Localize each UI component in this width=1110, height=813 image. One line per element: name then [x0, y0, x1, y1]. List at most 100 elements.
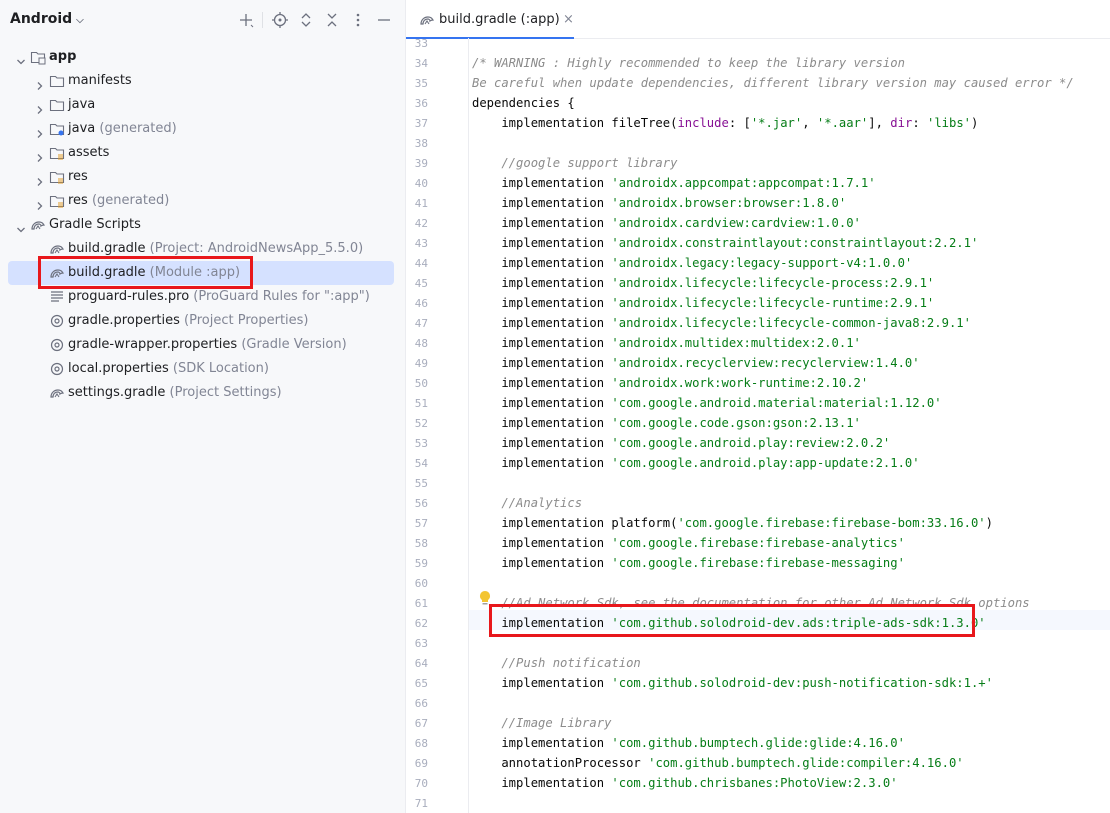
code-line[interactable]: implementation 'com.google.firebase:fire… — [472, 556, 905, 570]
tab-label: build.gradle (:app) — [439, 12, 560, 27]
code-line[interactable]: implementation 'androidx.cardview:cardvi… — [472, 216, 861, 230]
line-number: 70 — [414, 777, 428, 790]
chevron-right-icon[interactable] — [35, 100, 45, 114]
collapse-all-icon[interactable] — [321, 9, 343, 31]
chevron-right-icon[interactable] — [35, 172, 45, 186]
code-line[interactable]: implementation 'com.google.firebase:fire… — [472, 536, 905, 550]
code-token: implementation — [472, 536, 612, 550]
tree-item[interactable]: gradle.properties (Project Properties) — [8, 309, 394, 333]
code-line[interactable]: implementation 'com.google.android.mater… — [472, 396, 941, 410]
tree-item[interactable]: gradle-wrapper.properties (Gradle Versio… — [8, 333, 394, 357]
tree-item[interactable]: java — [8, 93, 394, 117]
code-line[interactable]: /* WARNING : Highly recommended to keep … — [472, 56, 905, 70]
line-number: 34 — [414, 57, 428, 70]
code-line[interactable]: implementation 'androidx.lifecycle:lifec… — [472, 276, 934, 290]
code-line[interactable]: implementation 'com.google.code.gson:gso… — [472, 416, 861, 430]
tree-item[interactable]: res (generated) — [8, 189, 394, 213]
code-line[interactable]: implementation 'com.google.android.play:… — [472, 436, 890, 450]
expand-all-icon[interactable] — [295, 9, 317, 31]
tree-item[interactable]: manifests — [8, 69, 394, 93]
close-icon[interactable]: × — [563, 12, 574, 27]
code-line[interactable]: implementation 'androidx.legacy:legacy-s… — [472, 256, 912, 270]
code-line[interactable]: implementation 'androidx.lifecycle:lifec… — [472, 316, 971, 330]
tree-item-name: gradle-wrapper.properties — [68, 337, 238, 352]
tree-item[interactable]: res — [8, 165, 394, 189]
tree-item-hint: (Project Properties) — [179, 313, 309, 328]
tree-item-name: res — [68, 193, 88, 208]
code-line[interactable]: implementation 'androidx.lifecycle:lifec… — [472, 296, 934, 310]
code-line[interactable]: implementation 'com.github.solodroid-dev… — [472, 616, 985, 630]
code-token: implementation — [472, 416, 612, 430]
code-line[interactable]: implementation 'androidx.browser:browser… — [472, 196, 846, 210]
minimize-icon[interactable] — [373, 9, 395, 31]
code-token: dir — [890, 116, 913, 130]
code-token: 'com.google.firebase:firebase-analytics' — [611, 536, 905, 550]
line-number: 64 — [414, 657, 428, 670]
tree-item[interactable]: java (generated) — [8, 117, 394, 141]
locate-icon[interactable] — [269, 9, 291, 31]
line-number: 33 — [414, 37, 428, 50]
project-panel: Android ⌵ app manifests java java (generated… — [0, 0, 406, 813]
tree-item[interactable]: Gradle Scripts — [8, 213, 394, 237]
code-line[interactable]: implementation 'androidx.recyclerview:re… — [472, 356, 919, 370]
code-line[interactable]: //google support library — [472, 156, 677, 170]
tree-item[interactable]: proguard-rules.pro (ProGuard Rules for "… — [8, 285, 394, 309]
code-line[interactable]: annotationProcessor 'com.github.bumptech… — [472, 756, 963, 770]
add-icon[interactable] — [235, 9, 257, 31]
more-options-icon[interactable] — [347, 9, 369, 31]
chevron-down-icon[interactable] — [16, 220, 26, 233]
lightbulb-icon[interactable] — [478, 590, 492, 606]
tree-item[interactable]: settings.gradle (Project Settings) — [8, 381, 394, 405]
code-line[interactable]: implementation fileTree(include: ['*.jar… — [472, 116, 978, 130]
chevron-right-icon[interactable] — [35, 196, 45, 210]
code-line[interactable]: //Image Library — [472, 716, 611, 730]
code-token: /* WARNING : Highly recommended to keep … — [472, 56, 905, 70]
code-line[interactable]: implementation 'com.github.solodroid-dev… — [472, 676, 993, 690]
gradle-icon — [50, 269, 64, 278]
line-number: 67 — [414, 717, 428, 730]
code-line[interactable]: implementation platform('com.google.fire… — [472, 516, 993, 530]
generated-folder-icon — [49, 123, 65, 136]
code-line[interactable]: implementation 'com.github.bumptech.glid… — [472, 736, 905, 750]
code-line[interactable]: implementation 'com.google.android.play:… — [472, 456, 919, 470]
code-token: 'com.google.firebase:firebase-bom:33.16.… — [677, 516, 986, 530]
tree-item[interactable]: build.gradle (Module :app) — [8, 261, 394, 285]
line-number: 44 — [414, 257, 428, 270]
chevron-right-icon[interactable] — [35, 76, 45, 90]
code-token: 'androidx.browser:browser:1.8.0' — [611, 196, 847, 210]
line-number: 62 — [414, 617, 428, 630]
code-line[interactable]: dependencies { — [472, 96, 575, 110]
tree-item[interactable]: app — [8, 45, 394, 69]
tree-item-name: res — [68, 169, 88, 184]
code-line[interactable]: Be careful when update dependencies, dif… — [472, 76, 1074, 90]
tree-item-label: res (generated) — [68, 193, 169, 208]
tree-item-label: build.gradle (Project: AndroidNewsApp_5.… — [68, 241, 363, 256]
tab-build-gradle-app[interactable]: build.gradle (:app) × — [406, 0, 574, 39]
tree-item[interactable]: assets — [8, 141, 394, 165]
tree-item[interactable]: local.properties (SDK Location) — [8, 357, 394, 381]
line-number: 56 — [414, 497, 428, 510]
code-line[interactable]: implementation 'androidx.constraintlayou… — [472, 236, 978, 250]
code-line[interactable]: implementation 'androidx.appcompat:appco… — [472, 176, 875, 190]
code-line[interactable]: implementation 'androidx.multidex:multid… — [472, 336, 861, 350]
code-token: implementation — [472, 176, 612, 190]
chevron-right-icon[interactable] — [35, 148, 45, 162]
code-line[interactable]: //Push notification — [472, 656, 640, 670]
chevron-right-icon[interactable] — [35, 124, 45, 138]
tree-item-name: settings.gradle — [68, 385, 166, 400]
project-view-selector[interactable]: Android ⌵ — [10, 11, 84, 27]
tree-item-label: assets — [68, 145, 109, 160]
line-number: 51 — [414, 397, 428, 410]
code-line[interactable]: //Analytics — [472, 496, 582, 510]
code-line[interactable]: //Ad Network Sdk, see the documentation … — [472, 596, 1029, 610]
tree-item-hint: (SDK Location) — [168, 361, 269, 376]
code-token: implementation — [472, 396, 612, 410]
chevron-down-icon[interactable] — [16, 52, 26, 65]
tree-item-name: java — [68, 121, 96, 136]
code-line[interactable]: implementation 'com.github.chrisbanes:Ph… — [472, 776, 897, 790]
code-token: dependencies { — [472, 96, 575, 110]
code-line[interactable]: implementation 'androidx.work:work-runti… — [472, 376, 868, 390]
code-token: ) — [985, 516, 993, 530]
tree-item-label: build.gradle (Module :app) — [68, 265, 240, 280]
tree-item[interactable]: build.gradle (Project: AndroidNewsApp_5.… — [8, 237, 394, 261]
